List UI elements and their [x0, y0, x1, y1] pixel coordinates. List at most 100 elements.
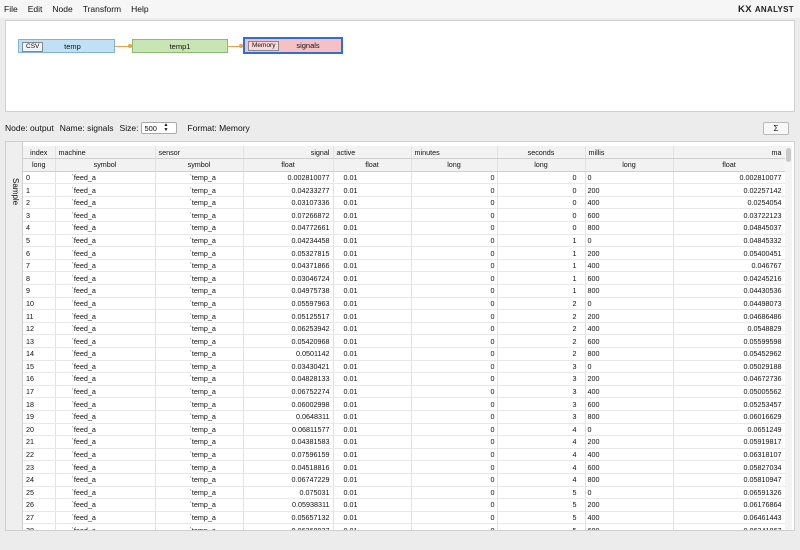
menu-file[interactable]: File — [0, 4, 23, 14]
column-header-millis[interactable]: millis — [585, 146, 674, 160]
table-row[interactable]: 23 `feed_a `temp_a 0.04518816 0.01 0 4 600 0.058… — [23, 460, 786, 474]
scrollbar-thumb[interactable] — [786, 148, 791, 162]
cell-signal: 0.002810077 — [243, 171, 334, 185]
table-row[interactable]: 21 `feed_a `temp_a 0.04381583 0.01 0 4 200 0.059… — [23, 435, 786, 449]
cell-signal: 0.05657132 — [243, 511, 334, 525]
table-row[interactable]: 11 `feed_a `temp_a 0.05125517 0.01 0 2 200 0.046… — [23, 309, 786, 323]
menu-transform[interactable]: Transform — [78, 4, 126, 14]
cell-signal: 0.06811577 — [243, 423, 334, 437]
cell-machine: `feed_a — [55, 284, 156, 298]
table-row[interactable]: 22 `feed_a `temp_a 0.07596159 0.01 0 4 400 0.063… — [23, 448, 786, 462]
table-row[interactable]: 20 `feed_a `temp_a 0.06811577 0.01 0 4 0 0.06512… — [23, 423, 786, 437]
table-row[interactable]: 27 `feed_a `temp_a 0.05657132 0.01 0 5 400 0.064… — [23, 511, 786, 525]
cell-minutes: 0 — [411, 297, 498, 311]
cell-signal: 0.05420968 — [243, 334, 334, 348]
cell-active: 0.01 — [333, 334, 412, 348]
cell-signal: 0.04518816 — [243, 460, 334, 474]
pipeline-canvas[interactable]: CSV temp temp1 Memory signals — [5, 20, 795, 112]
cell-ma: 0.06591326 — [673, 486, 786, 500]
cell-minutes: 0 — [411, 196, 498, 210]
column-header-minutes[interactable]: minutes — [411, 146, 498, 160]
memory-node-tag: Memory — [248, 41, 280, 51]
cell-seconds: 2 — [497, 347, 586, 361]
table-row[interactable]: 26 `feed_a `temp_a 0.05938311 0.01 0 5 200 0.061… — [23, 498, 786, 512]
node-label-signals: signals — [296, 41, 320, 50]
size-stepper[interactable]: 500 ▲ ▼ — [141, 122, 178, 134]
column-header-index[interactable]: index — [23, 146, 56, 160]
cell-ma: 0.06016629 — [673, 410, 786, 424]
table-row[interactable]: 4 `feed_a `temp_a 0.04772661 0.01 0 0 800 0.0484… — [23, 221, 786, 235]
cell-millis: 600 — [585, 523, 674, 530]
table-row[interactable]: 15 `feed_a `temp_a 0.03430421 0.01 0 3 0 0.05029… — [23, 360, 786, 374]
table-row[interactable]: 19 `feed_a `temp_a 0.0648311 0.01 0 3 800 0.0601… — [23, 410, 786, 424]
table-row[interactable]: 5 `feed_a `temp_a 0.04234458 0.01 0 1 0 0.048453… — [23, 234, 786, 248]
table-row[interactable]: 3 `feed_a `temp_a 0.07266872 0.01 0 0 600 0.0372… — [23, 208, 786, 223]
column-header-machine[interactable]: machine — [55, 146, 156, 160]
cell-minutes: 0 — [411, 511, 498, 525]
table-row[interactable]: 13 `feed_a `temp_a 0.05420968 0.01 0 2 600 0.055… — [23, 334, 786, 348]
cell-seconds: 3 — [497, 385, 586, 399]
table-row[interactable]: 16 `feed_a `temp_a 0.04828133 0.01 0 3 200 0.046… — [23, 372, 786, 386]
table-row[interactable]: 28 `feed_a `temp_a 0.06268937 0.01 0 5 600 0.063… — [23, 523, 786, 530]
cell-machine: `feed_a — [55, 322, 156, 336]
cell-minutes: 0 — [411, 372, 498, 386]
column-header-ma[interactable]: ma — [673, 146, 786, 160]
cell-machine: `feed_a — [55, 246, 156, 260]
menu-edit[interactable]: Edit — [23, 4, 48, 14]
menu-help[interactable]: Help — [126, 4, 153, 14]
cell-signal: 0.03430421 — [243, 360, 334, 374]
cell-millis: 0 — [585, 486, 674, 500]
column-header-active[interactable]: active — [333, 146, 412, 160]
cell-ma: 0.0651249 — [673, 423, 786, 437]
column-header-signal[interactable]: signal — [243, 146, 334, 160]
pipeline-node-temp1[interactable]: temp1 — [132, 39, 228, 53]
cell-index: 22 — [23, 448, 56, 462]
cell-index: 5 — [23, 234, 56, 248]
cell-millis: 800 — [585, 221, 674, 235]
cell-millis: 400 — [585, 448, 674, 462]
menu-node[interactable]: Node — [47, 4, 77, 14]
cell-index: 8 — [23, 271, 56, 286]
cell-signal: 0.0501142 — [243, 347, 334, 361]
table-row[interactable]: 17 `feed_a `temp_a 0.06752274 0.01 0 3 400 0.050… — [23, 385, 786, 399]
cell-signal: 0.04233277 — [243, 183, 334, 197]
table-row[interactable]: 10 `feed_a `temp_a 0.05597963 0.01 0 2 0 0.04498… — [23, 297, 786, 311]
pipeline-node-signals[interactable]: Memory signals — [243, 37, 343, 54]
table-row[interactable]: 18 `feed_a `temp_a 0.06002998 0.01 0 3 600 0.052… — [23, 397, 786, 411]
cell-minutes: 0 — [411, 284, 498, 298]
cell-minutes: 0 — [411, 435, 498, 449]
pipeline-node-temp[interactable]: CSV temp — [18, 39, 115, 53]
table-row[interactable]: 8 `feed_a `temp_a 0.03046724 0.01 0 1 600 0.0424… — [23, 271, 786, 286]
table-row[interactable]: 14 `feed_a `temp_a 0.0501142 0.01 0 2 800 0.0545… — [23, 347, 786, 361]
table-row[interactable]: 9 `feed_a `temp_a 0.04975738 0.01 0 1 800 0.0443… — [23, 284, 786, 298]
table-row[interactable]: 7 `feed_a `temp_a 0.04371866 0.01 0 1 400 0.0467… — [23, 259, 786, 273]
table-row[interactable]: 24 `feed_a `temp_a 0.06747229 0.01 0 4 800 0.058… — [23, 473, 786, 487]
data-grid[interactable]: index machine sensor signal active minutes sec… — [23, 146, 786, 530]
cell-active: 0.01 — [333, 372, 412, 386]
cell-ma: 0.02257142 — [673, 183, 786, 197]
column-header-sensor[interactable]: sensor — [155, 146, 244, 160]
node-name-text: Name: signals — [59, 123, 114, 133]
table-row[interactable]: 6 `feed_a `temp_a 0.05327815 0.01 0 1 200 0.0540… — [23, 246, 786, 260]
cell-seconds: 3 — [497, 372, 586, 386]
cell-millis: 400 — [585, 511, 674, 525]
table-row[interactable]: 2 `feed_a `temp_a 0.03107336 0.01 0 0 400 0.0254… — [23, 196, 786, 210]
cell-sensor: `temp_a — [155, 410, 244, 424]
cell-ma: 0.0548829 — [673, 322, 786, 336]
cell-active: 0.01 — [333, 435, 412, 449]
summary-stats-button[interactable]: Σ — [763, 122, 789, 135]
table-row[interactable]: 25 `feed_a `temp_a 0.075031 0.01 0 5 0 0.0659132… — [23, 486, 786, 500]
cell-sensor: `temp_a — [155, 460, 244, 474]
column-type-seconds: long — [497, 158, 586, 172]
table-row[interactable]: 1 `feed_a `temp_a 0.04233277 0.01 0 0 200 0.0225… — [23, 183, 786, 197]
sample-tab[interactable]: Sample — [6, 142, 23, 530]
cell-active: 0.01 — [333, 460, 412, 474]
vertical-scrollbar[interactable] — [785, 146, 792, 530]
column-header-seconds[interactable]: seconds — [497, 146, 586, 160]
cell-active: 0.01 — [333, 410, 412, 424]
stepper-arrows-icon[interactable]: ▲ ▼ — [164, 123, 169, 133]
cell-sensor: `temp_a — [155, 423, 244, 437]
table-row[interactable]: 0 `feed_a `temp_a 0.002810077 0.01 0 0 0 0.00281… — [23, 171, 786, 185]
table-row[interactable]: 12 `feed_a `temp_a 0.06253942 0.01 0 2 400 0.054… — [23, 322, 786, 336]
cell-machine: `feed_a — [55, 171, 156, 185]
